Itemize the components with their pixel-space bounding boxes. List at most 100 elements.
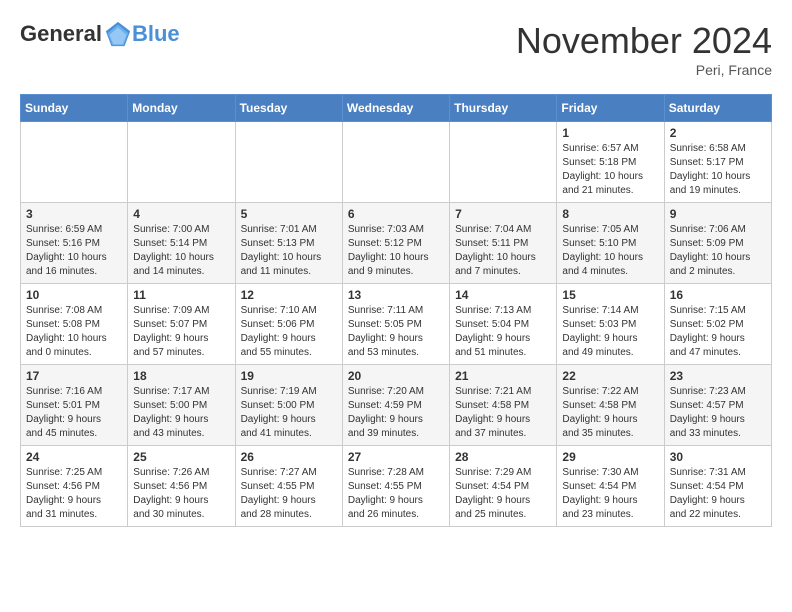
day-info: Sunrise: 7:06 AM Sunset: 5:09 PM Dayligh… bbox=[670, 223, 766, 279]
calendar-cell: 14Sunrise: 7:13 AM Sunset: 5:04 PM Dayli… bbox=[450, 284, 557, 365]
calendar-week-row: 10 Sunrise: 7:08 AM Sunset: 5:08 PM Dayli… bbox=[21, 284, 772, 365]
day-number: 6 bbox=[348, 207, 444, 221]
month-title: November 2024 bbox=[516, 20, 772, 62]
calendar-cell: 8 Sunrise: 7:05 AM Sunset: 5:10 PM Daylig… bbox=[557, 203, 664, 284]
calendar-header-saturday: Saturday bbox=[664, 95, 771, 122]
day-info: Sunrise: 7:15 AM Sunset: 5:02 PM Dayligh… bbox=[670, 304, 766, 360]
day-info: Sunrise: 7:14 AM Sunset: 5:03 PM Dayligh… bbox=[562, 304, 658, 360]
day-info: Sunrise: 7:26 AM Sunset: 4:56 PM Dayligh… bbox=[133, 466, 229, 522]
day-number: 27 bbox=[348, 450, 444, 464]
calendar-cell bbox=[21, 122, 128, 203]
day-info: Sunrise: 7:17 AM Sunset: 5:00 PM Dayligh… bbox=[133, 385, 229, 441]
day-number: 7 bbox=[455, 207, 551, 221]
day-number: 26 bbox=[241, 450, 337, 464]
day-info: Sunrise: 6:58 AM Sunset: 5:17 PM Dayligh… bbox=[670, 142, 766, 198]
day-number: 8 bbox=[562, 207, 658, 221]
day-number: 22 bbox=[562, 369, 658, 383]
calendar-week-row: 17 Sunrise: 7:16 AM Sunset: 5:01 PM Dayli… bbox=[21, 365, 772, 446]
calendar-cell: 20Sunrise: 7:20 AM Sunset: 4:59 PM Dayli… bbox=[342, 365, 449, 446]
day-number: 24 bbox=[26, 450, 122, 464]
calendar-cell: 13Sunrise: 7:11 AM Sunset: 5:05 PM Dayli… bbox=[342, 284, 449, 365]
day-number: 2 bbox=[670, 126, 766, 140]
calendar-cell: 6 Sunrise: 7:03 AM Sunset: 5:12 PM Daylig… bbox=[342, 203, 449, 284]
calendar-cell: 22 Sunrise: 7:22 AM Sunset: 4:58 PM Dayli… bbox=[557, 365, 664, 446]
day-info: Sunrise: 7:08 AM Sunset: 5:08 PM Dayligh… bbox=[26, 304, 122, 360]
calendar-cell: 23 Sunrise: 7:23 AM Sunset: 4:57 PM Dayli… bbox=[664, 365, 771, 446]
day-number: 11 bbox=[133, 288, 229, 302]
day-number: 15 bbox=[562, 288, 658, 302]
day-info: Sunrise: 6:59 AM Sunset: 5:16 PM Dayligh… bbox=[26, 223, 122, 279]
calendar-cell bbox=[450, 122, 557, 203]
calendar-header-tuesday: Tuesday bbox=[235, 95, 342, 122]
day-info: Sunrise: 7:19 AM Sunset: 5:00 PM Dayligh… bbox=[241, 385, 337, 441]
day-info: Sunrise: 7:21 AM Sunset: 4:58 PM Dayligh… bbox=[455, 385, 551, 441]
calendar-cell bbox=[235, 122, 342, 203]
calendar: SundayMondayTuesdayWednesdayThursdayFrid… bbox=[20, 94, 772, 527]
logo-general: General bbox=[20, 21, 102, 47]
day-info: Sunrise: 7:16 AM Sunset: 5:01 PM Dayligh… bbox=[26, 385, 122, 441]
day-info: Sunrise: 7:29 AM Sunset: 4:54 PM Dayligh… bbox=[455, 466, 551, 522]
day-number: 1 bbox=[562, 126, 658, 140]
calendar-cell: 19Sunrise: 7:19 AM Sunset: 5:00 PM Dayli… bbox=[235, 365, 342, 446]
day-info: Sunrise: 7:09 AM Sunset: 5:07 PM Dayligh… bbox=[133, 304, 229, 360]
day-number: 4 bbox=[133, 207, 229, 221]
calendar-cell: 26 Sunrise: 7:27 AM Sunset: 4:55 PM Dayli… bbox=[235, 446, 342, 527]
day-number: 23 bbox=[670, 369, 766, 383]
day-info: Sunrise: 7:28 AM Sunset: 4:55 PM Dayligh… bbox=[348, 466, 444, 522]
calendar-cell: 25Sunrise: 7:26 AM Sunset: 4:56 PM Dayli… bbox=[128, 446, 235, 527]
logo: General Blue bbox=[20, 20, 180, 48]
day-info: Sunrise: 7:22 AM Sunset: 4:58 PM Dayligh… bbox=[562, 385, 658, 441]
calendar-week-row: 3 Sunrise: 6:59 AM Sunset: 5:16 PM Daylig… bbox=[21, 203, 772, 284]
day-info: Sunrise: 7:03 AM Sunset: 5:12 PM Dayligh… bbox=[348, 223, 444, 279]
calendar-cell: 18 Sunrise: 7:17 AM Sunset: 5:00 PM Dayli… bbox=[128, 365, 235, 446]
calendar-week-row: 24 Sunrise: 7:25 AM Sunset: 4:56 PM Dayli… bbox=[21, 446, 772, 527]
calendar-cell: 30Sunrise: 7:31 AM Sunset: 4:54 PM Dayli… bbox=[664, 446, 771, 527]
day-number: 18 bbox=[133, 369, 229, 383]
day-info: Sunrise: 7:10 AM Sunset: 5:06 PM Dayligh… bbox=[241, 304, 337, 360]
calendar-cell: 27 Sunrise: 7:28 AM Sunset: 4:55 PM Dayli… bbox=[342, 446, 449, 527]
calendar-cell: 21 Sunrise: 7:21 AM Sunset: 4:58 PM Dayli… bbox=[450, 365, 557, 446]
calendar-header-monday: Monday bbox=[128, 95, 235, 122]
calendar-cell: 5 Sunrise: 7:01 AM Sunset: 5:13 PM Daylig… bbox=[235, 203, 342, 284]
location: Peri, France bbox=[516, 62, 772, 78]
day-number: 13 bbox=[348, 288, 444, 302]
day-info: Sunrise: 7:31 AM Sunset: 4:54 PM Dayligh… bbox=[670, 466, 766, 522]
day-number: 17 bbox=[26, 369, 122, 383]
day-info: Sunrise: 7:23 AM Sunset: 4:57 PM Dayligh… bbox=[670, 385, 766, 441]
day-info: Sunrise: 7:13 AM Sunset: 5:04 PM Dayligh… bbox=[455, 304, 551, 360]
calendar-header-friday: Friday bbox=[557, 95, 664, 122]
day-number: 16 bbox=[670, 288, 766, 302]
day-number: 10 bbox=[26, 288, 122, 302]
calendar-header-sunday: Sunday bbox=[21, 95, 128, 122]
calendar-cell: 7 Sunrise: 7:04 AM Sunset: 5:11 PM Daylig… bbox=[450, 203, 557, 284]
calendar-cell: 17 Sunrise: 7:16 AM Sunset: 5:01 PM Dayli… bbox=[21, 365, 128, 446]
day-number: 29 bbox=[562, 450, 658, 464]
day-info: Sunrise: 6:57 AM Sunset: 5:18 PM Dayligh… bbox=[562, 142, 658, 198]
calendar-cell: 16 Sunrise: 7:15 AM Sunset: 5:02 PM Dayli… bbox=[664, 284, 771, 365]
calendar-cell: 10 Sunrise: 7:08 AM Sunset: 5:08 PM Dayli… bbox=[21, 284, 128, 365]
calendar-week-row: 1 Sunrise: 6:57 AM Sunset: 5:18 PM Daylig… bbox=[21, 122, 772, 203]
day-info: Sunrise: 7:05 AM Sunset: 5:10 PM Dayligh… bbox=[562, 223, 658, 279]
logo-icon bbox=[104, 20, 132, 48]
day-number: 5 bbox=[241, 207, 337, 221]
calendar-cell: 28 Sunrise: 7:29 AM Sunset: 4:54 PM Dayli… bbox=[450, 446, 557, 527]
day-number: 9 bbox=[670, 207, 766, 221]
calendar-cell: 4Sunrise: 7:00 AM Sunset: 5:14 PM Daylig… bbox=[128, 203, 235, 284]
day-info: Sunrise: 7:20 AM Sunset: 4:59 PM Dayligh… bbox=[348, 385, 444, 441]
day-info: Sunrise: 7:01 AM Sunset: 5:13 PM Dayligh… bbox=[241, 223, 337, 279]
calendar-cell: 24 Sunrise: 7:25 AM Sunset: 4:56 PM Dayli… bbox=[21, 446, 128, 527]
day-info: Sunrise: 7:04 AM Sunset: 5:11 PM Dayligh… bbox=[455, 223, 551, 279]
calendar-cell: 2 Sunrise: 6:58 AM Sunset: 5:17 PM Daylig… bbox=[664, 122, 771, 203]
day-info: Sunrise: 7:27 AM Sunset: 4:55 PM Dayligh… bbox=[241, 466, 337, 522]
calendar-cell: 11 Sunrise: 7:09 AM Sunset: 5:07 PM Dayli… bbox=[128, 284, 235, 365]
day-number: 3 bbox=[26, 207, 122, 221]
calendar-header-row: SundayMondayTuesdayWednesdayThursdayFrid… bbox=[21, 95, 772, 122]
calendar-cell: 9 Sunrise: 7:06 AM Sunset: 5:09 PM Daylig… bbox=[664, 203, 771, 284]
title-area: November 2024 Peri, France bbox=[516, 20, 772, 78]
day-number: 21 bbox=[455, 369, 551, 383]
calendar-cell: 1 Sunrise: 6:57 AM Sunset: 5:18 PM Daylig… bbox=[557, 122, 664, 203]
calendar-cell: 12Sunrise: 7:10 AM Sunset: 5:06 PM Dayli… bbox=[235, 284, 342, 365]
calendar-cell bbox=[128, 122, 235, 203]
day-info: Sunrise: 7:25 AM Sunset: 4:56 PM Dayligh… bbox=[26, 466, 122, 522]
day-number: 28 bbox=[455, 450, 551, 464]
